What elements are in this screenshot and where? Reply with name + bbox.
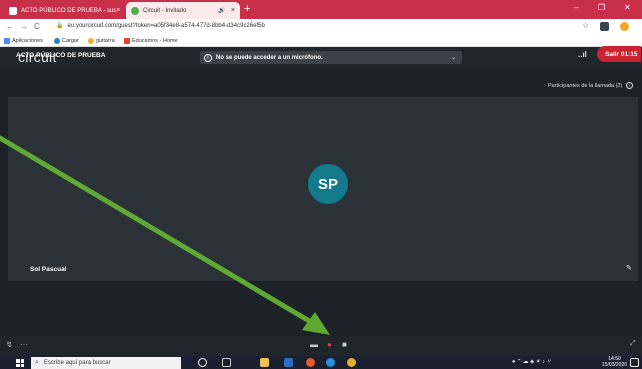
maximize-button[interactable]: ❐ [598,3,605,12]
firefox-icon[interactable] [306,358,315,367]
chevron-down-icon[interactable]: ⌄ [451,54,456,61]
new-tab-button[interactable]: + [244,3,250,15]
screen-share-icon[interactable]: ▬ [310,340,318,349]
guitar-icon [88,38,94,44]
video-icon[interactable]: ■ [342,340,347,349]
file-explorer-icon[interactable] [260,358,269,367]
forward-button[interactable]: → [20,22,28,31]
bookmark-guitarra[interactable]: guitarra [88,38,115,44]
screen: ACTO PÚBLICO DE PRUEBA - sus × Circuit -… [0,0,642,369]
profile-avatar[interactable] [620,22,629,31]
more-options-icon[interactable]: ··· [20,340,28,349]
participant-name: Sol Pascual [30,266,67,273]
url-field[interactable]: 🔒 eu.yourcircuit.com/guest?token=a05f34e8… [56,22,265,29]
search-placeholder: Escribe aquí para buscar [43,360,111,366]
edge-icon[interactable] [326,358,335,367]
leave-call-button[interactable]: Salir 01:15 [597,46,641,62]
close-window-button[interactable]: ✕ [624,3,631,12]
extension-icon[interactable] [600,22,609,31]
info-icon[interactable]: i [625,82,633,89]
lock-icon: 🔒 [56,23,64,29]
chrome-icon[interactable] [347,358,356,367]
windows-start-icon[interactable] [16,359,24,367]
gmail-favicon-icon [9,6,17,15]
task-view-icon[interactable] [222,358,231,367]
educamos-icon [124,38,130,44]
circuit-favicon-icon [131,6,139,15]
tab-acto-publico[interactable]: ACTO PÚBLICO DE PRUEBA - sus × [4,2,124,19]
address-bar: ← → C 🔒 eu.yourcircuit.com/guest?token=a0… [0,19,642,36]
participants-label: Participantes de la llamada (2) [548,83,623,89]
signal-strength-icon[interactable]: ..ıl [578,50,587,59]
call-control-bar: ↯ ··· ▬ ● ■ ⤢ [0,336,642,356]
browser-tab-strip: ACTO PÚBLICO DE PRUEBA - sus × Circuit -… [0,0,642,19]
participants-toggle[interactable]: Participantes de la llamada (2) i [548,82,633,89]
back-button[interactable]: ← [6,22,14,31]
bookmark-cargar[interactable]: Cargar [54,38,79,44]
tab-label: ACTO PÚBLICO DE PRUEBA - sus [21,7,117,14]
microphone-warning-banner[interactable]: i No se puede acceder a un micrófono. ⌄ [200,51,462,64]
tab-close-icon[interactable]: × [231,7,235,14]
notifications-icon[interactable] [630,358,639,367]
bookmark-aplicaciones[interactable]: Aplicaciones [4,38,43,44]
skype-icon [54,38,60,44]
reload-button[interactable]: C [34,22,40,31]
star-icon[interactable]: ☆ [582,21,589,30]
tab-circuit-invitado[interactable]: Circuit - Invitado 🔊 × [126,2,240,19]
info-icon: i [204,53,212,62]
tab-label: Circuit - Invitado [143,7,187,14]
system-tray[interactable]: ● ⌃ ☁ ◈ ☀ ♪ 〃 [512,357,552,365]
warning-text: No se puede acceder a un micrófono. [216,54,323,61]
call-title: ACTO PÚBLICO DE PRUEBA [16,52,106,59]
clock[interactable]: 14:50 15/03/2020 [602,356,627,368]
fullscreen-icon[interactable]: ⤢ [630,340,636,348]
tab-close-icon[interactable]: × [116,7,120,14]
date: 15/03/2020 [602,362,628,368]
speaker-icon: 🔊 [218,8,226,14]
url-text: eu.yourcircuit.com/guest?token=a05f34e8-… [67,23,265,29]
bookmarks-bar: Aplicaciones Cargar guitarra Educamos - … [0,36,642,47]
minimize-button[interactable]: – [574,3,578,12]
avatar: SP [308,164,348,204]
apps-grid-icon [4,38,10,44]
taskbar-search-input[interactable]: ⌕ Escribe aquí para buscar [31,357,181,369]
bookmark-educamos[interactable]: Educamos - Home [124,38,178,44]
pin-icon[interactable]: ✎ [626,264,632,272]
search-icon: ⌕ [35,359,39,366]
mic-muted-icon[interactable]: ● [327,340,332,349]
word-icon[interactable] [284,358,293,367]
call-transfer-icon[interactable]: ↯ [6,340,13,349]
windows-taskbar: ⌕ Escribe aquí para buscar ● ⌃ ☁ ◈ ☀ ♪ 〃… [0,356,642,369]
cortana-icon[interactable] [198,358,207,367]
